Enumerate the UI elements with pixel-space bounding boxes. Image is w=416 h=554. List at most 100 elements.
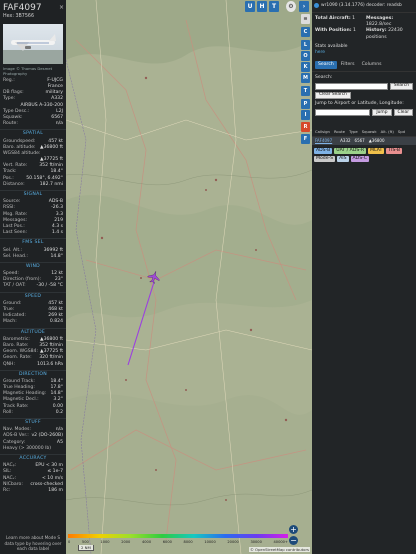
info-row-label[interactable]: Rc:	[3, 488, 10, 494]
side-button-r[interactable]: R	[301, 122, 310, 132]
side-button-i[interactable]: I	[301, 110, 310, 120]
toggle-button-h[interactable]: H	[257, 1, 267, 12]
table-cell: ▲36800	[368, 138, 385, 144]
toggle-button-u[interactable]: U	[245, 1, 255, 12]
map-canvas[interactable]: U H T ⚙ › ≡ C L O K M T P I R F + − 0 500…	[66, 0, 312, 554]
altitude-legend-label: 0	[68, 540, 71, 544]
jump-input[interactable]	[315, 109, 371, 117]
info-row: Mach: 0.824	[0, 319, 66, 325]
altitude-legend-label: 4000	[141, 540, 152, 544]
side-button-t[interactable]: T	[301, 86, 310, 96]
clear-search-button[interactable]: Clear Search	[315, 91, 351, 99]
info-row-label[interactable]: TAT / OAT:	[3, 283, 26, 289]
source-tag[interactable]: ADS-C	[350, 155, 369, 163]
source-legend: ADS-B UAT / ADS-R MLAT TIS-B Mode-S AIS ADS-C	[312, 145, 416, 165]
detail-sections: SPATIAL Groundspeed: 457 kt Baro. altitude:…	[0, 129, 66, 494]
info-row: QNH: 1013.6 hPa	[0, 362, 66, 368]
section-title[interactable]: SIGNAL	[0, 190, 66, 198]
info-row-label[interactable]: WGS84 altitude:	[3, 151, 41, 157]
source-tag[interactable]: AIS	[337, 155, 349, 163]
section-title[interactable]: ACCURACY	[0, 453, 66, 462]
tab-search[interactable]: Search	[315, 60, 337, 69]
column-header[interactable]: Type	[347, 129, 360, 134]
table-row[interactable]: FAF4097 A332 6567 ▲36800	[312, 137, 416, 145]
section-title[interactable]: SPEED	[0, 291, 66, 300]
toggle-button-t[interactable]: T	[269, 1, 279, 12]
info-row-label[interactable]: Sel. Head.:	[3, 254, 28, 260]
side-button-c[interactable]: C	[301, 27, 310, 37]
close-icon[interactable]: ×	[59, 4, 64, 12]
stats-block: Total Aircraft: 1 Messages: 1822.8/sec Wit…	[312, 13, 416, 44]
info-row-label[interactable]: Distance:	[3, 182, 25, 188]
info-row: Roll: 0.2	[0, 410, 66, 416]
altitude-legend-label: 2000	[121, 540, 131, 544]
info-row-value: 1013.6 hPa	[37, 361, 63, 367]
callsign: FAF4097	[3, 3, 42, 13]
map-attribution[interactable]: © OpenStreetMap contributors	[249, 547, 310, 552]
side-button-o[interactable]: O	[301, 51, 310, 61]
stat-item: With Position: 1	[315, 28, 362, 40]
aircraft-info-panel: FAF4097 × Hex: 3B7566 Image © Thomas Des…	[0, 0, 66, 554]
side-button-l[interactable]: L	[301, 40, 310, 50]
column-header[interactable]: Alt. (ft)	[379, 129, 396, 134]
search-input[interactable]	[315, 82, 388, 90]
panel-header: wr1090 (3.14.1776) decoder: readsb	[312, 0, 416, 13]
section-title[interactable]: FMS SEL	[0, 238, 66, 246]
info-row-label[interactable]: QNH:	[3, 362, 15, 368]
section-title[interactable]: DIRECTION	[0, 369, 66, 378]
info-row-label: Reg.:	[3, 77, 15, 83]
settings-gear-icon[interactable]: ⚙	[286, 1, 296, 12]
section-title[interactable]: WIND	[0, 261, 66, 270]
tab-filters[interactable]: Filters	[338, 61, 358, 69]
source-tag[interactable]: Mode-S	[314, 155, 336, 163]
info-row-value: 182.7 nmi	[39, 181, 63, 187]
column-header[interactable]: Squawk	[360, 129, 379, 134]
info-row-value: 1.4 s	[51, 230, 63, 236]
side-button-p[interactable]: P	[301, 99, 310, 109]
table-cell: 6567	[354, 138, 365, 144]
table-cell: FAF4097	[315, 138, 333, 144]
aircraft-track-layer	[127, 269, 161, 366]
stat-item: Messages: 1822.8/sec	[366, 16, 413, 28]
info-row-label[interactable]: Last Seen:	[3, 230, 27, 236]
clear-button[interactable]: Clear	[393, 109, 413, 117]
info-row-label[interactable]: Heavy (> 300000 lb)	[3, 446, 51, 452]
altitude-color-legend	[68, 534, 288, 538]
section-title[interactable]: SPATIAL	[0, 129, 66, 137]
jump-button[interactable]: Jump	[372, 109, 392, 117]
side-button-k[interactable]: K	[301, 62, 310, 72]
collapse-sidebar-icon[interactable]: ›	[299, 1, 309, 12]
info-row: Rc: 186 m	[0, 488, 66, 494]
side-button-m[interactable]: M	[301, 73, 310, 83]
info-row-label[interactable]: Roll:	[3, 410, 13, 416]
tab-columns[interactable]: Columns	[359, 61, 385, 69]
source-tag[interactable]: MLAT	[368, 147, 385, 154]
source-tag[interactable]: TIS-B	[386, 147, 403, 154]
layers-toggle-icon[interactable]: ≡	[301, 14, 310, 24]
callsign-header: FAF4097 ×	[0, 0, 66, 14]
info-row-label: Route:	[3, 121, 18, 127]
search-button[interactable]: Search	[389, 82, 413, 90]
column-header[interactable]: Route	[332, 129, 347, 134]
info-row-label[interactable]: Mach:	[3, 319, 17, 325]
stat-value: 1	[353, 28, 356, 34]
aircraft-photo[interactable]	[3, 23, 63, 64]
column-header[interactable]: Callsign	[313, 129, 332, 134]
info-footer: Learn more about Mode S data type by hov…	[0, 532, 66, 554]
source-tag[interactable]: UAT / ADS-R	[334, 147, 367, 154]
info-row-value: 186 m	[48, 487, 63, 493]
section-title[interactable]: ALTITUDE	[0, 327, 66, 336]
stats-link[interactable]: here	[315, 50, 325, 55]
zoom-in-button[interactable]: +	[289, 525, 298, 534]
info-row-value: -30 / -58 °C	[36, 283, 63, 289]
altitude-legend-label: 30000	[250, 540, 262, 544]
registration-block: Reg.: F-UJCG France DB flags: military Type: A…	[0, 78, 66, 128]
aircraft-marker-icon[interactable]	[146, 269, 161, 284]
version-link[interactable]: wr1090 (3.14.1776) decoder: readsb	[321, 3, 402, 9]
column-header[interactable]: Spd	[396, 129, 407, 134]
zoom-out-button[interactable]: −	[289, 536, 298, 545]
section-title[interactable]: STUFF	[0, 418, 66, 426]
source-tag[interactable]: ADS-B	[314, 147, 333, 154]
side-button-f[interactable]: F	[301, 134, 310, 144]
altitude-legend-label: 6000	[162, 540, 172, 544]
